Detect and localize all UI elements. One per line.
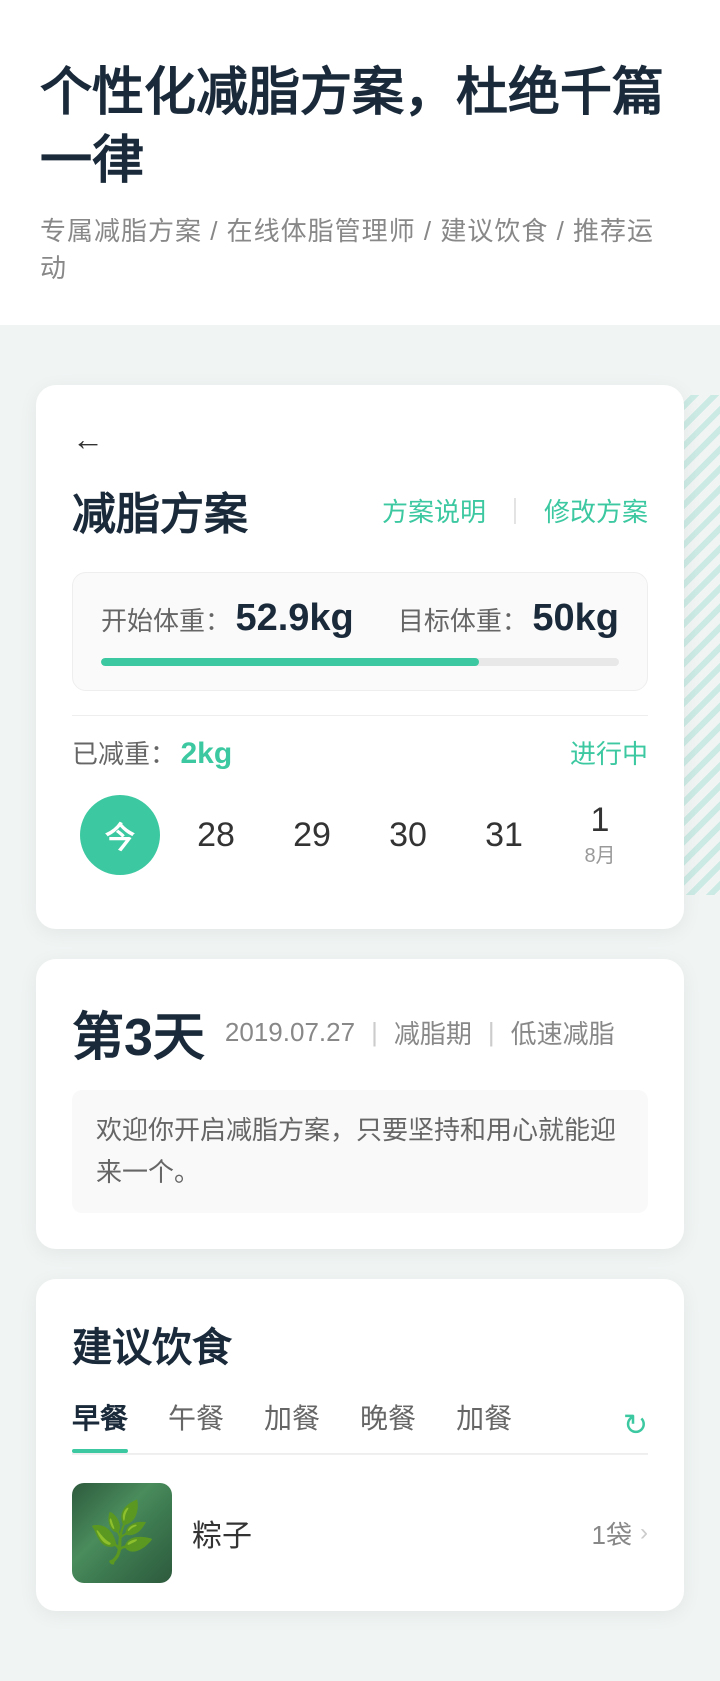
tab-breakfast[interactable]: 早餐 bbox=[72, 1397, 128, 1453]
tab-lunch[interactable]: 午餐 bbox=[168, 1397, 224, 1453]
explain-button[interactable]: 方案说明 bbox=[382, 492, 486, 529]
tab-dinner[interactable]: 晚餐 bbox=[360, 1397, 416, 1453]
day-1-label: 1 bbox=[552, 803, 648, 837]
target-weight-label: 目标体重： bbox=[398, 606, 528, 636]
aug-label: 8月 bbox=[552, 839, 648, 868]
plan-card: ← 减脂方案 方案说明 ｜ 修改方案 开始体重： 52.9kg 目标体重： 50… bbox=[36, 385, 684, 929]
day-30-label: 30 bbox=[389, 816, 427, 854]
food-amount-zongzi: 1袋 › bbox=[592, 1515, 648, 1552]
food-quantity: 1袋 bbox=[592, 1515, 632, 1552]
main-title: 个性化减脂方案，杜绝千篇一律 bbox=[40, 60, 680, 195]
progress-bar bbox=[101, 658, 619, 666]
food-leaf-icon: 🌿 bbox=[84, 1496, 160, 1570]
day-section: 第3天 2019.07.27 | 减脂期 | 低速减脂 欢迎你开启减脂方案，只要… bbox=[36, 959, 684, 1249]
diet-title: 建议饮食 bbox=[72, 1315, 648, 1373]
food-arrow-icon: › bbox=[640, 1519, 648, 1547]
calendar-day-29[interactable]: 29 bbox=[264, 802, 360, 869]
calendar-day-30[interactable]: 30 bbox=[360, 802, 456, 869]
weight-loss-row: 已减重： 2kg 进行中 bbox=[72, 715, 648, 771]
header-section: 个性化减脂方案，杜绝千篇一律 专属减脂方案 / 在线体脂管理师 / 建议饮食 /… bbox=[0, 0, 720, 325]
day-29-label: 29 bbox=[293, 816, 331, 854]
target-weight-group: 目标体重： 50kg bbox=[398, 597, 619, 640]
weight-loss-info: 已减重： 2kg bbox=[72, 734, 232, 771]
plan-header: 减脂方案 方案说明 ｜ 修改方案 bbox=[72, 478, 648, 542]
start-weight-value: 52.9kg bbox=[235, 597, 353, 639]
main-content: ← 减脂方案 方案说明 ｜ 修改方案 开始体重： 52.9kg 目标体重： 50… bbox=[0, 325, 720, 1681]
tab-snack-1[interactable]: 加餐 bbox=[264, 1397, 320, 1453]
meta-divider-2: | bbox=[488, 1017, 495, 1048]
today-label: 今 bbox=[105, 813, 135, 857]
day-date: 2019.07.27 bbox=[225, 1017, 355, 1048]
meal-tabs: 早餐 午餐 加餐 晚餐 加餐 ↻ bbox=[72, 1397, 648, 1454]
day-28-label: 28 bbox=[197, 816, 235, 854]
calendar-day-1-aug[interactable]: 1 8月 bbox=[552, 789, 648, 882]
back-button[interactable]: ← bbox=[72, 421, 104, 458]
action-divider: ｜ bbox=[502, 492, 528, 529]
modify-button[interactable]: 修改方案 bbox=[544, 492, 648, 529]
day-description: 欢迎你开启减脂方案，只要坚持和用心就能迎来一个。 bbox=[72, 1090, 648, 1213]
sub-title: 专属减脂方案 / 在线体脂管理师 / 建议饮食 / 推荐运动 bbox=[40, 211, 680, 285]
meta-divider-1: | bbox=[371, 1017, 378, 1048]
calendar-day-31[interactable]: 31 bbox=[456, 802, 552, 869]
day-number: 第3天 bbox=[72, 995, 205, 1070]
period-label: 减脂期 bbox=[394, 1014, 472, 1051]
start-weight-group: 开始体重： 52.9kg bbox=[101, 597, 354, 640]
diet-section: 建议饮食 早餐 午餐 加餐 晚餐 加餐 ↻ 🌿 粽子 1袋 › bbox=[36, 1279, 684, 1611]
start-weight-label: 开始体重： bbox=[101, 606, 231, 636]
food-name-zongzi: 粽子 bbox=[192, 1511, 252, 1555]
day-meta: 2019.07.27 | 减脂期 | 低速减脂 bbox=[225, 1014, 615, 1051]
plan-title: 减脂方案 bbox=[72, 478, 248, 542]
calendar-today[interactable]: 今 bbox=[72, 781, 168, 889]
calendar-day-28[interactable]: 28 bbox=[168, 802, 264, 869]
weight-card: 开始体重： 52.9kg 目标体重： 50kg bbox=[72, 572, 648, 691]
food-image-zongzi: 🌿 bbox=[72, 1483, 172, 1583]
status-badge: 进行中 bbox=[570, 734, 648, 771]
refresh-button[interactable]: ↻ bbox=[623, 1408, 648, 1443]
day-31-label: 31 bbox=[485, 816, 523, 854]
plan-actions: 方案说明 ｜ 修改方案 bbox=[382, 492, 648, 529]
food-image-bg: 🌿 bbox=[72, 1483, 172, 1583]
target-weight-value: 50kg bbox=[532, 597, 619, 639]
weight-loss-label: 已减重： bbox=[72, 739, 176, 769]
food-item-zongzi[interactable]: 🌿 粽子 1袋 › bbox=[72, 1454, 648, 1611]
today-circle: 今 bbox=[80, 795, 160, 875]
weight-loss-value: 2kg bbox=[180, 737, 232, 770]
type-label: 低速减脂 bbox=[511, 1014, 615, 1051]
weight-row: 开始体重： 52.9kg 目标体重： 50kg bbox=[101, 597, 619, 640]
tab-snack-2[interactable]: 加餐 bbox=[456, 1397, 512, 1453]
progress-fill bbox=[101, 658, 479, 666]
day-header: 第3天 2019.07.27 | 减脂期 | 低速减脂 bbox=[72, 995, 648, 1070]
calendar-row: 今 28 29 30 31 1 8月 bbox=[72, 771, 648, 899]
